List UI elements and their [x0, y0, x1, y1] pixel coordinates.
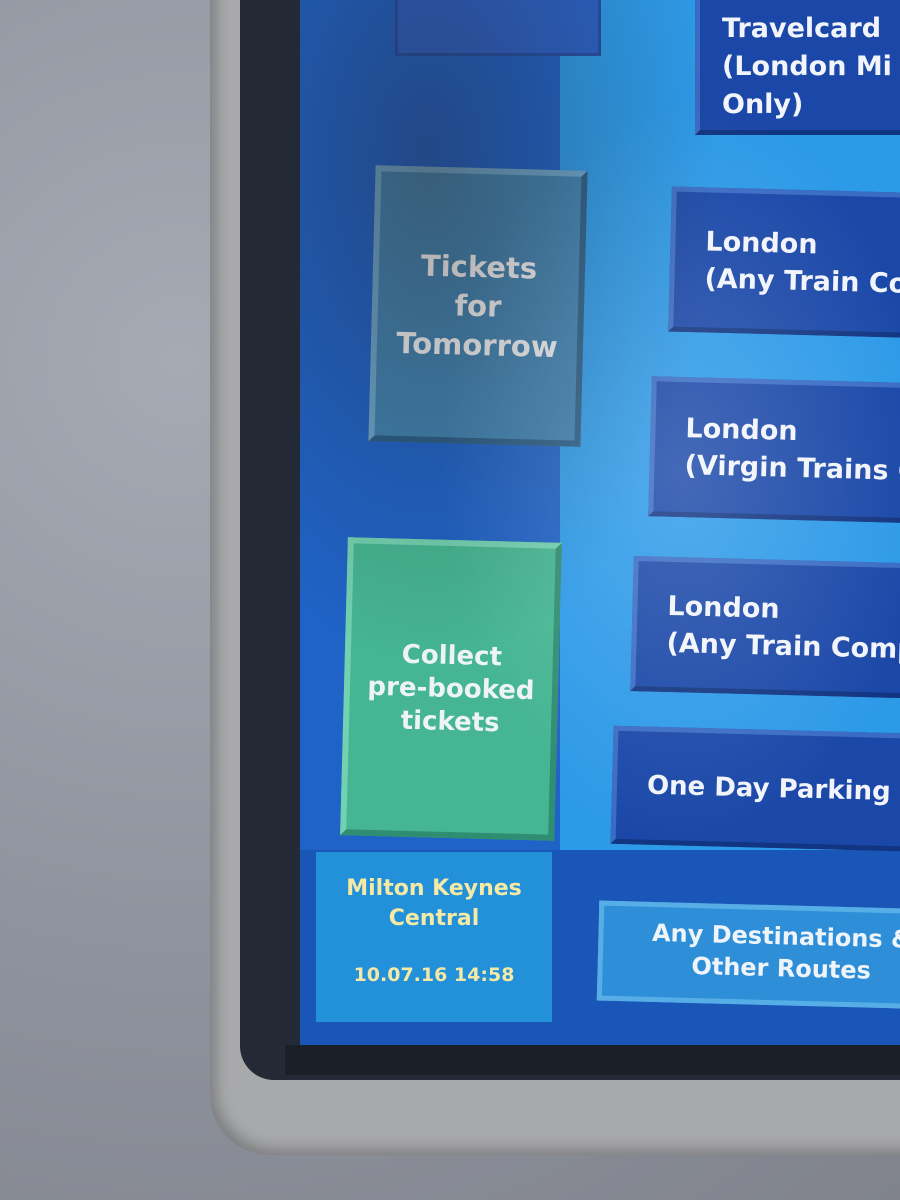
- destination-button-london-any-train-company-2[interactable]: London (Any Train Compa: [630, 555, 900, 700]
- destination-button-one-day-parking[interactable]: One Day Parking: [610, 725, 900, 853]
- date-time: 10.07.16 14:58: [353, 964, 515, 986]
- touch-screen: Tickets for Tomorrow Collect pre-booked …: [300, 0, 900, 1052]
- tickets-for-tomorrow-label: Tickets for Tomorrow: [395, 247, 559, 364]
- top-partial-button[interactable]: [395, 0, 601, 56]
- station-name: Milton Keynes Central: [346, 876, 522, 931]
- destination-button-london-travelcard[interactable]: London On Travelcard (London Mi Only): [695, 0, 900, 135]
- collect-pre-booked-tickets-label: Collect pre-booked tickets: [367, 639, 535, 738]
- collect-pre-booked-tickets-button[interactable]: Collect pre-booked tickets: [340, 537, 562, 841]
- destination-button-london-virgin-trains[interactable]: London (Virgin Trains O: [648, 376, 900, 524]
- destination-button-london-any-train-company[interactable]: London (Any Train Co: [668, 186, 900, 339]
- ticket-machine-housing: Tickets for Tomorrow Collect pre-booked …: [0, 0, 900, 1200]
- station-info-panel: Milton Keynes Central 10.07.16 14:58: [316, 852, 552, 1022]
- screen-bottom-edge: [285, 1045, 900, 1075]
- tickets-for-tomorrow-button[interactable]: Tickets for Tomorrow: [368, 165, 588, 447]
- any-destinations-button[interactable]: Any Destinations & Other Routes: [596, 900, 900, 1010]
